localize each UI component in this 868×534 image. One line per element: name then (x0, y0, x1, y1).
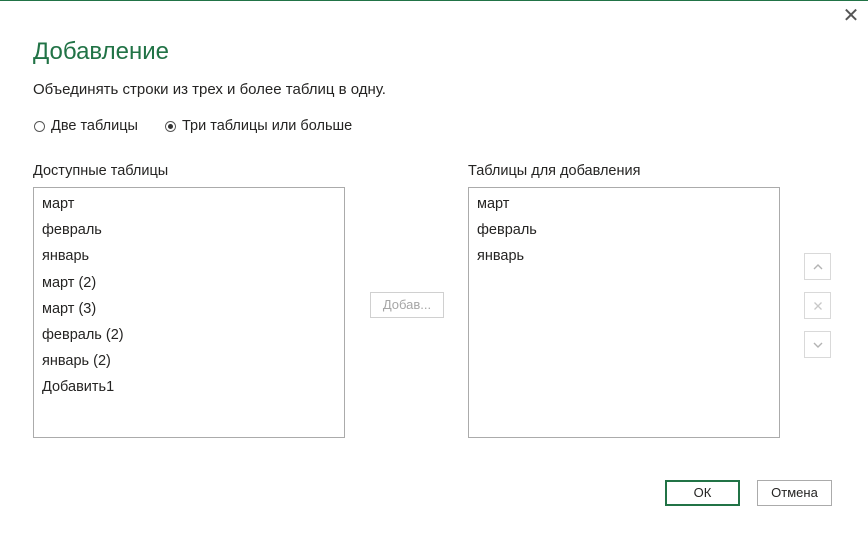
list-item[interactable]: март (34, 191, 344, 217)
list-item[interactable]: февраль (469, 217, 779, 243)
radio-two-tables[interactable]: Две таблицы (34, 118, 138, 134)
dialog-subtitle: Объединять строки из трех и более таблиц… (33, 81, 386, 98)
chevron-down-icon (813, 342, 822, 348)
move-up-button[interactable] (804, 253, 831, 280)
radio-two-tables-label: Две таблицы (51, 118, 138, 134)
chevron-up-icon (813, 263, 822, 269)
list-item[interactable]: март (3) (34, 296, 344, 322)
cancel-button[interactable]: Отмена (757, 480, 832, 506)
radio-three-or-more-tables[interactable]: Три таблицы или больше (165, 118, 352, 134)
window-top-border (0, 0, 868, 1)
list-item[interactable]: февраль (2) (34, 322, 344, 348)
radio-checked-icon[interactable] (165, 120, 176, 132)
list-item[interactable]: январь (34, 243, 344, 269)
available-tables-list[interactable]: март февраль январь март (2) март (3) фе… (33, 187, 345, 438)
tables-to-append-list[interactable]: март февраль январь (468, 187, 780, 438)
ok-button[interactable]: ОК (665, 480, 740, 506)
tables-to-append-label: Таблицы для добавления (468, 163, 641, 179)
remove-button[interactable] (804, 292, 831, 319)
list-item[interactable]: январь (469, 243, 779, 269)
close-icon[interactable]: ✕ (841, 6, 861, 26)
radio-unchecked-icon[interactable] (34, 120, 45, 132)
add-table-button[interactable]: Добав... (370, 292, 444, 318)
remove-x-icon (813, 301, 822, 310)
move-down-button[interactable] (804, 331, 831, 358)
list-item[interactable]: февраль (34, 217, 344, 243)
dialog-title: Добавление (33, 38, 169, 65)
list-item[interactable]: Добавить1 (34, 374, 344, 400)
radio-three-or-more-label: Три таблицы или больше (182, 118, 353, 134)
available-tables-label: Доступные таблицы (33, 163, 169, 179)
list-item[interactable]: март (2) (34, 270, 344, 296)
list-item[interactable]: март (469, 191, 779, 217)
list-item[interactable]: январь (2) (34, 348, 344, 374)
